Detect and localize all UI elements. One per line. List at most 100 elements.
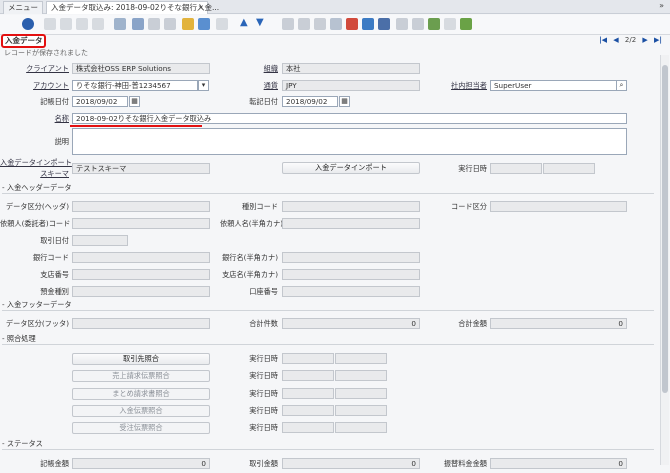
chat-icon[interactable]	[164, 18, 176, 30]
arrow-down-icon[interactable]: ▼	[256, 18, 268, 30]
delete-icon[interactable]	[92, 18, 104, 30]
calendar-icon[interactable]: ▦	[129, 96, 140, 107]
doc-amount-field[interactable]: 0	[72, 458, 210, 469]
code-class-field[interactable]	[490, 201, 627, 212]
settings-icon[interactable]	[396, 18, 408, 30]
history-icon[interactable]	[216, 18, 228, 30]
match-payment-button[interactable]: 入金伝票照合	[72, 405, 210, 417]
data-type-footer-label: データ区分(フッタ)	[5, 319, 69, 328]
bank-name-label: 銀行名(半角カナ)	[222, 253, 278, 262]
exec-date-field[interactable]	[282, 353, 334, 364]
matching-section-title-text: 照合処理	[6, 334, 36, 343]
match-summary-invoice-button[interactable]: まとめ請求書照合	[72, 388, 210, 400]
exec-time-field[interactable]	[335, 422, 387, 433]
zoom-icon[interactable]	[330, 18, 342, 30]
exec-time-field[interactable]	[335, 353, 387, 364]
scrollbar-thumb[interactable]	[662, 65, 668, 393]
chevron-down-icon[interactable]: ▾	[198, 80, 209, 91]
customize-icon[interactable]	[428, 18, 440, 30]
process-icon[interactable]	[362, 18, 374, 30]
currency-field[interactable]: JPY	[282, 80, 420, 91]
data-type-footer-field[interactable]	[72, 318, 210, 329]
exec-time-field[interactable]	[335, 405, 387, 416]
tab-menu[interactable]: メニュー	[3, 1, 43, 14]
close-icon[interactable]: ×	[198, 2, 204, 14]
total-amount-field[interactable]: 0	[490, 318, 627, 329]
match-order-button[interactable]: 受注伝票照合	[72, 422, 210, 434]
total-count-field[interactable]: 0	[282, 318, 420, 329]
import-button[interactable]: 入金データインポート	[282, 162, 420, 174]
doc-amount-label: 記帳金額	[40, 459, 69, 468]
client-field[interactable]: 株式会社OSS ERP Solutions	[72, 63, 210, 74]
exec-datetime-label: 実行日時	[249, 423, 278, 432]
product-info-icon[interactable]	[444, 18, 456, 30]
report-icon[interactable]	[282, 18, 294, 30]
print-icon[interactable]	[314, 18, 326, 30]
archive-icon[interactable]	[298, 18, 310, 30]
new-icon[interactable]	[44, 18, 56, 30]
matching-section-title[interactable]: - 照合処理	[2, 334, 36, 344]
search-icon[interactable]: ⌕	[616, 80, 627, 91]
requester-code-field[interactable]	[72, 218, 210, 229]
account-field[interactable]: りそな銀行-神田-普1234567	[72, 80, 198, 91]
header-section-title[interactable]: - 入金ヘッダーデータ	[2, 183, 72, 193]
org-field[interactable]: 本社	[282, 63, 420, 74]
exec-time-field[interactable]	[543, 163, 595, 174]
sales-rep-field[interactable]: SuperUser	[490, 80, 617, 91]
save-icon[interactable]	[76, 18, 88, 30]
lock-icon[interactable]	[412, 18, 424, 30]
help-icon[interactable]	[22, 18, 34, 30]
description-field[interactable]	[72, 128, 627, 155]
bank-name-field[interactable]	[282, 252, 420, 263]
refresh-icon[interactable]	[114, 18, 126, 30]
tab-document[interactable]: 入金データ取込み: 2018-09-02りそな銀行入金... ×	[46, 1, 219, 14]
name-field[interactable]: 2018-09-02りそな銀行入金データ取込み	[72, 113, 627, 124]
next-record-icon[interactable]: ▶	[642, 36, 647, 44]
exec-date-field[interactable]	[282, 370, 334, 381]
window-icon[interactable]	[378, 18, 390, 30]
grid-toggle-icon[interactable]	[198, 18, 210, 30]
deposit-type-field[interactable]	[72, 286, 210, 297]
import-schema-field[interactable]: テストスキーマ	[72, 163, 210, 174]
branch-number-field[interactable]	[72, 269, 210, 280]
exec-date-field[interactable]	[490, 163, 542, 174]
trx-amount-field[interactable]: 0	[282, 458, 420, 469]
find-icon[interactable]	[132, 18, 144, 30]
data-type-header-field[interactable]	[72, 201, 210, 212]
status-section-title[interactable]: - ステータス	[2, 439, 43, 449]
calendar-icon[interactable]: ▦	[339, 96, 350, 107]
doc-date-field[interactable]: 2018/09/02	[72, 96, 128, 107]
export-icon[interactable]	[460, 18, 472, 30]
workflow-icon[interactable]	[346, 18, 358, 30]
last-record-icon[interactable]: ▶|	[654, 36, 662, 44]
fee-amount-field[interactable]: 0	[490, 458, 627, 469]
total-count-label: 合計件数	[249, 319, 278, 328]
code-class-label: コード区分	[451, 202, 487, 211]
exec-time-field[interactable]	[335, 370, 387, 381]
trade-date-label: 取引日付	[40, 236, 69, 245]
exec-time-field[interactable]	[335, 388, 387, 399]
bank-code-field[interactable]	[72, 252, 210, 263]
arrow-up-icon[interactable]: ▲	[240, 18, 252, 30]
attachment-icon[interactable]	[148, 18, 160, 30]
branch-name-label: 支店名(半角カナ)	[222, 270, 278, 279]
trade-date-field[interactable]	[72, 235, 128, 246]
exec-date-field[interactable]	[282, 388, 334, 399]
previous-record-icon[interactable]: ◀	[613, 36, 618, 44]
copy-icon[interactable]	[60, 18, 72, 30]
branch-name-field[interactable]	[282, 269, 420, 280]
trx-date-field[interactable]: 2018/09/02	[282, 96, 338, 107]
bank-code-label: 銀行コード	[33, 253, 69, 262]
footer-section-title[interactable]: - 入金フッターデータ	[2, 300, 72, 310]
match-invoice-button[interactable]: 売上請求伝票照合	[72, 370, 210, 382]
match-partner-button[interactable]: 取引先照合	[72, 353, 210, 365]
requester-name-field[interactable]	[282, 218, 420, 229]
account-number-field[interactable]	[282, 286, 420, 297]
exec-date-field[interactable]	[282, 405, 334, 416]
folder-icon[interactable]	[182, 18, 194, 30]
exec-date-field[interactable]	[282, 422, 334, 433]
tab-bar: メニュー 入金データ取込み: 2018-09-02りそな銀行入金... × »	[0, 0, 670, 14]
collapse-icon[interactable]: »	[659, 1, 664, 10]
first-record-icon[interactable]: |◀	[599, 36, 607, 44]
type-code-field[interactable]	[282, 201, 420, 212]
